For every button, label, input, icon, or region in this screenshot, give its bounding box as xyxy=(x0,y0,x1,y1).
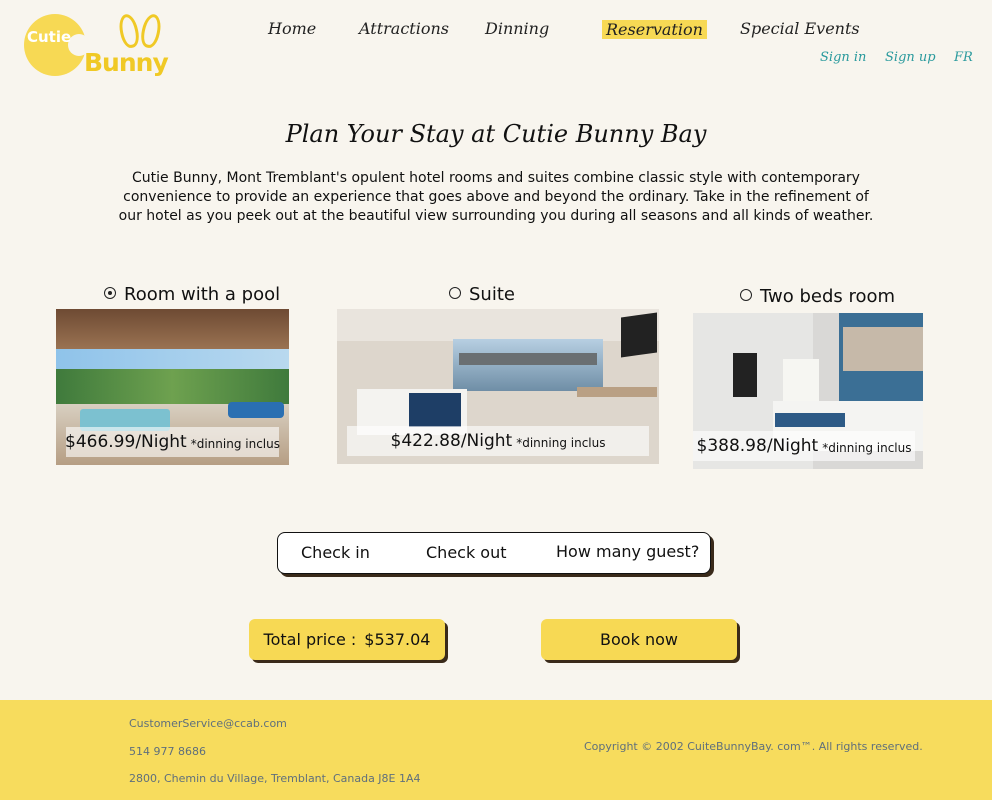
room-price: $466.99/Night xyxy=(65,432,187,452)
total-price-box: Total price : $537.04 xyxy=(249,619,445,660)
price-overlay: $422.88/Night *dinning inclus xyxy=(347,426,649,456)
trees-shape xyxy=(56,369,289,404)
window-shape xyxy=(783,359,819,403)
nav-dinning[interactable]: Dinning xyxy=(485,19,549,38)
bunny-ear-right-icon xyxy=(138,12,164,50)
dining-note: *dinning inclus xyxy=(822,441,912,455)
desk-shape xyxy=(577,387,657,397)
room-name: Room with a pool xyxy=(124,284,281,305)
page-title: Plan Your Stay at Cutie Bunny Bay xyxy=(285,120,707,148)
bunny-ear-left-icon xyxy=(116,12,142,50)
ceiling-shape xyxy=(337,309,659,341)
headboard-shape xyxy=(843,327,923,371)
wall-tv-shape xyxy=(733,353,757,397)
check-in-field[interactable]: Check in xyxy=(301,543,370,562)
price-overlay: $466.99/Night *dinning inclus xyxy=(65,427,280,457)
nav-special-events[interactable]: Special Events xyxy=(740,19,860,38)
footer-copyright: Copyright © 2002 CuiteBunnyBay. com™. Al… xyxy=(584,740,923,753)
nav-attractions[interactable]: Attractions xyxy=(359,19,449,38)
room-name: Suite xyxy=(469,284,515,305)
booking-form: Check in Check out How many guest? xyxy=(277,532,711,574)
sofa-shape xyxy=(228,402,284,418)
room-option-pool[interactable]: Room with a pool xyxy=(104,284,280,305)
bed-runner-shape xyxy=(775,413,845,427)
roof-shape xyxy=(56,309,289,349)
sign-in-link[interactable]: Sign in xyxy=(820,50,866,65)
total-price-value: $537.04 xyxy=(364,630,431,649)
footer-email-link[interactable]: CustomerService@ccab.com xyxy=(129,717,287,730)
room-option-two-beds[interactable]: Two beds room xyxy=(740,286,895,307)
footer-phone: 514 977 8686 xyxy=(129,745,206,758)
footer: CustomerService@ccab.com 514 977 8686 28… xyxy=(0,700,992,800)
room-option-suite[interactable]: Suite xyxy=(449,284,515,305)
logo[interactable]: Cutie Bunny xyxy=(24,12,184,84)
tv-shape xyxy=(621,312,657,358)
price-overlay: $388.98/Night *dinning inclus xyxy=(693,431,915,461)
total-price-label: Total price : xyxy=(263,630,357,649)
room-photo-pool[interactable]: $466.99/Night *dinning inclus xyxy=(56,309,289,465)
room-photo-suite[interactable]: $422.88/Night *dinning inclus xyxy=(337,309,659,464)
room-price: $388.98/Night xyxy=(696,436,819,456)
radio-checked-icon[interactable] xyxy=(104,287,116,299)
room-photo-two-beds[interactable]: $388.98/Night *dinning inclus xyxy=(693,313,923,469)
guest-count-field[interactable]: How many guest? xyxy=(556,542,699,561)
bed-runner-shape xyxy=(409,393,461,427)
nav-home[interactable]: Home xyxy=(268,19,316,38)
intro-paragraph: Cutie Bunny, Mont Tremblant's opulent ho… xyxy=(118,170,874,224)
logo-text-bunny: Bunny xyxy=(84,48,169,77)
check-out-field[interactable]: Check out xyxy=(426,543,507,562)
book-now-button[interactable]: Book now xyxy=(541,619,737,660)
language-toggle[interactable]: FR xyxy=(954,50,973,65)
window-view-shape xyxy=(453,339,603,391)
logo-text-cutie: Cutie xyxy=(27,28,72,46)
room-price: $422.88/Night xyxy=(390,431,513,451)
dining-note: *dinning inclus xyxy=(190,437,280,451)
sign-up-link[interactable]: Sign up xyxy=(885,50,936,65)
dining-note: *dinning inclus xyxy=(516,436,606,450)
footer-address: 2800, Chemin du Village, Tremblant, Cana… xyxy=(129,772,421,785)
room-name: Two beds room xyxy=(760,286,896,307)
radio-unchecked-icon[interactable] xyxy=(449,287,461,299)
nav-reservation[interactable]: Reservation xyxy=(602,20,707,39)
radio-unchecked-icon[interactable] xyxy=(740,289,752,301)
city-skyline-shape xyxy=(459,353,597,365)
